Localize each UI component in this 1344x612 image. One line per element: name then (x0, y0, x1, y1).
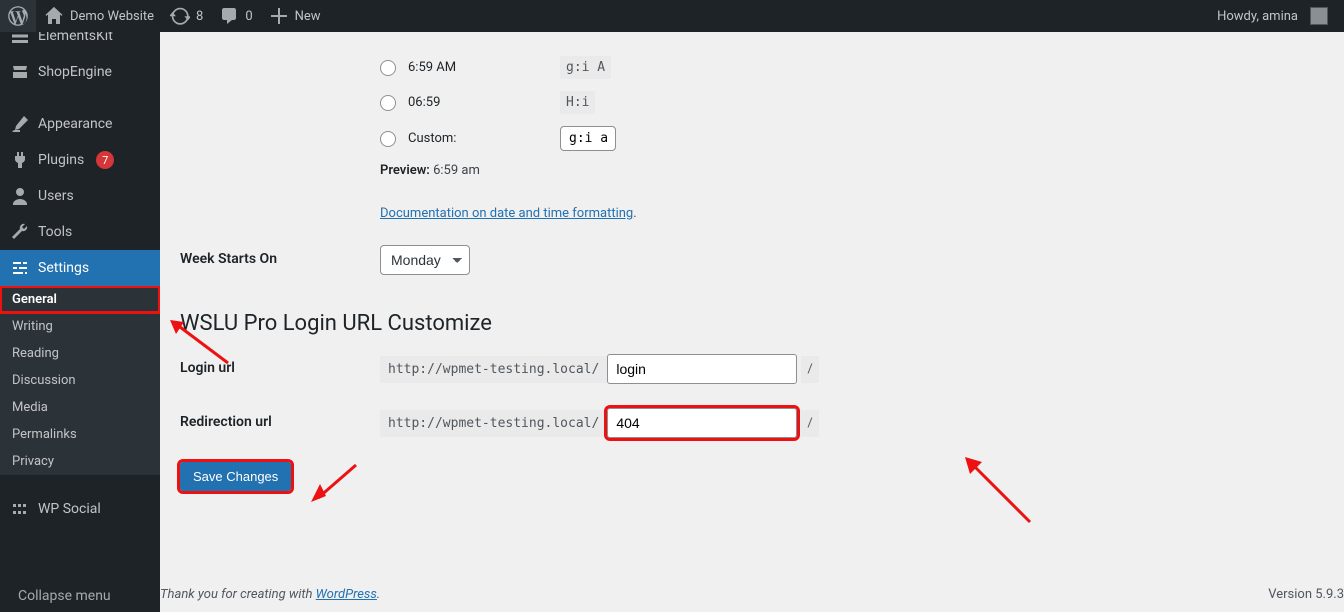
comment-icon (219, 6, 239, 26)
time-format-code: g:i A (560, 56, 611, 79)
howdy-text: Howdy, amina (1217, 9, 1298, 24)
time-option-label: 6:59 AM (408, 60, 548, 75)
sidebar-item-settings[interactable]: Settings (0, 250, 160, 286)
sidebar-item-label: Tools (38, 224, 72, 240)
sub-item-label: Permalinks (12, 427, 77, 442)
sidebar-item-label: Plugins (38, 152, 84, 168)
updates-count: 8 (196, 9, 203, 24)
footer: Thank you for creating with WordPress. V… (160, 577, 1344, 612)
new-link[interactable]: New (261, 0, 329, 32)
update-icon (170, 6, 190, 26)
footer-thanks-suffix: . (377, 587, 380, 602)
doc-link[interactable]: Documentation on date and time formattin… (380, 206, 633, 221)
site-name-text: Demo Website (70, 9, 154, 24)
wp-logo[interactable] (0, 0, 36, 32)
sub-item-label: Privacy (12, 454, 54, 469)
sidebar-item-label: WP Social (38, 501, 101, 517)
login-url-prefix: http://wpmet-testing.local/ (380, 356, 607, 383)
sidebar-item-label: ShopEngine (38, 64, 112, 80)
share-icon (10, 499, 30, 519)
time-option-label: 06:59 (408, 95, 548, 110)
updates-link[interactable]: 8 (162, 0, 211, 32)
annotation-arrow-redirect (960, 452, 1040, 532)
redirect-url-input[interactable] (607, 408, 797, 438)
time-option-label: Custom: (408, 131, 548, 146)
time-radio-custom[interactable] (380, 131, 396, 147)
sub-item-permalinks[interactable]: Permalinks (0, 421, 160, 448)
wordpress-icon (8, 6, 28, 26)
sidebar-item-tools[interactable]: Tools (0, 214, 160, 250)
admin-sidebar: ElementsKit ShopEngine Appearance Plugin… (0, 32, 160, 612)
home-icon (44, 6, 64, 26)
settings-submenu: General Writing Reading Discussion Media… (0, 286, 160, 475)
footer-wp-link[interactable]: WordPress (316, 587, 377, 602)
howdy-link[interactable]: Howdy, amina (1209, 0, 1336, 32)
content-area: 6:59 AM g:i A 06:59 H:i Custom: Preview:… (160, 32, 1344, 612)
sidebar-item-users[interactable]: Users (0, 178, 160, 214)
comments-link[interactable]: 0 (211, 0, 260, 32)
plugins-badge: 7 (96, 151, 114, 169)
sidebar-item-label: Settings (38, 260, 89, 276)
section-title: WSLU Pro Login URL Customize (180, 311, 1324, 336)
comments-count: 0 (245, 9, 252, 24)
collapse-label: Collapse menu (18, 588, 111, 604)
annotation-arrow-save (308, 460, 363, 505)
plug-icon (10, 150, 30, 170)
time-radio-gia[interactable] (380, 60, 396, 76)
sub-item-label: Writing (12, 319, 53, 334)
redirect-url-label: Redirection url (180, 396, 380, 450)
shopengine-icon (10, 62, 30, 82)
sub-item-discussion[interactable]: Discussion (0, 367, 160, 394)
footer-thanks-prefix: Thank you for creating with (160, 587, 316, 602)
login-url-input[interactable] (607, 354, 797, 384)
time-custom-input[interactable] (560, 126, 616, 151)
sidebar-item-label: Appearance (38, 116, 112, 132)
adminbar: Demo Website 8 0 New Howdy, amina (0, 0, 1344, 32)
annotation-arrow-general (168, 318, 238, 368)
sub-item-privacy[interactable]: Privacy (0, 448, 160, 475)
plus-icon (269, 6, 289, 26)
week-starts-select[interactable]: Monday (380, 245, 470, 275)
redirect-url-suffix: / (801, 410, 818, 437)
time-radio-Hi[interactable] (380, 95, 396, 111)
footer-version: Version 5.9.3 (1268, 587, 1344, 602)
sub-item-label: Discussion (12, 373, 76, 388)
sidebar-item-label: Users (38, 188, 74, 204)
brush-icon (10, 114, 30, 134)
collapse-menu[interactable]: Collapse menu (0, 580, 160, 612)
login-url-suffix: / (801, 356, 818, 383)
sidebar-item-plugins[interactable]: Plugins 7 (0, 142, 160, 178)
sidebar-item-appearance[interactable]: Appearance (0, 106, 160, 142)
sidebar-item-shopengine[interactable]: ShopEngine (0, 54, 160, 90)
wrench-icon (10, 222, 30, 242)
week-starts-label: Week Starts On (180, 233, 380, 287)
avatar (1310, 7, 1328, 25)
preview-value: 6:59 am (433, 163, 480, 178)
sub-item-label: Media (12, 400, 48, 415)
save-button[interactable]: Save Changes (180, 462, 291, 491)
sub-item-reading[interactable]: Reading (0, 340, 160, 367)
sub-item-label: General (12, 292, 57, 307)
time-format-code: H:i (560, 91, 595, 114)
preview-label: Preview: (380, 163, 430, 178)
sub-item-media[interactable]: Media (0, 394, 160, 421)
sub-item-general[interactable]: General (0, 286, 160, 313)
sidebar-item-wpsocial[interactable]: WP Social (0, 491, 160, 527)
sub-item-writing[interactable]: Writing (0, 313, 160, 340)
redirect-url-prefix: http://wpmet-testing.local/ (380, 410, 607, 437)
sub-item-label: Reading (12, 346, 59, 361)
new-text: New (295, 9, 321, 24)
user-icon (10, 186, 30, 206)
site-name-link[interactable]: Demo Website (36, 0, 162, 32)
sliders-icon (10, 258, 30, 278)
